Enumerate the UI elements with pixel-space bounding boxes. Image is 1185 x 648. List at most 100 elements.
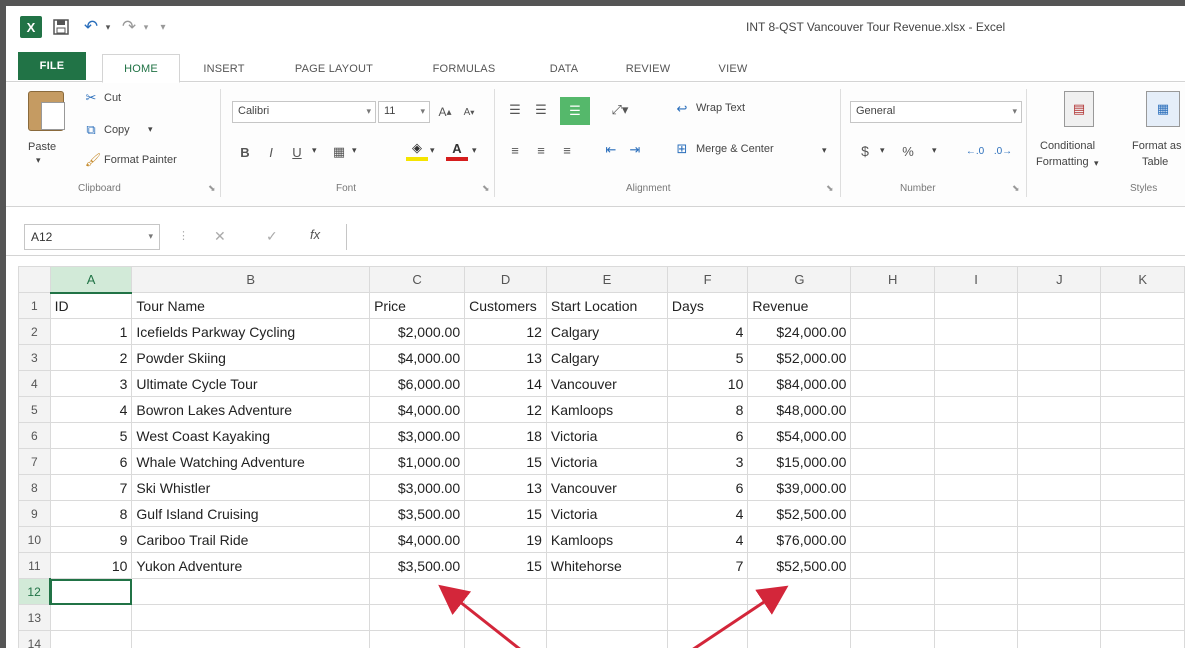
cell-d13[interactable] [464, 604, 547, 631]
row-header-12[interactable]: 12 [18, 578, 52, 605]
row-header-14[interactable]: 14 [18, 630, 51, 648]
currency-format-button[interactable]: $ [856, 141, 874, 161]
cell-d7[interactable]: 15 [464, 448, 547, 475]
cell-h3[interactable] [850, 344, 935, 371]
cell-k14[interactable] [1100, 630, 1185, 648]
undo-icon[interactable]: ↶ [80, 16, 102, 38]
cell-a5[interactable]: 4 [49, 396, 133, 423]
cut-button[interactable]: Cut [104, 92, 121, 104]
underline-button[interactable]: U [288, 141, 306, 163]
cell-c8[interactable]: $3,000.00 [369, 474, 466, 501]
tab-insert[interactable]: INSERT [194, 56, 254, 82]
cell-i1[interactable] [933, 292, 1019, 319]
cell-j13[interactable] [1017, 604, 1102, 631]
format-painter-icon[interactable]: 🖌 [84, 151, 102, 169]
cell-b3[interactable]: Powder Skiing [131, 344, 371, 371]
row-header-6[interactable]: 6 [18, 422, 51, 449]
cell-i9[interactable] [933, 500, 1019, 527]
cell-k4[interactable] [1100, 370, 1185, 397]
cell-g12[interactable] [747, 578, 852, 605]
cell-f7[interactable]: 3 [666, 448, 749, 475]
conditional-formatting-dropdown-icon[interactable]: ▾ [1094, 158, 1099, 169]
cell-g6[interactable]: $54,000.00 [747, 422, 852, 449]
row-header-1[interactable]: 1 [18, 292, 51, 319]
row-header-9[interactable]: 9 [18, 500, 51, 527]
cell-f9[interactable]: 4 [666, 500, 749, 527]
cell-k9[interactable] [1100, 500, 1185, 527]
cell-k7[interactable] [1100, 448, 1185, 475]
paste-button[interactable]: Paste [28, 141, 56, 153]
align-left-icon[interactable]: ≡ [506, 141, 524, 159]
customize-toolbar-icon[interactable]: ▾ [156, 16, 170, 38]
align-middle-icon[interactable]: ☰ [532, 101, 550, 119]
cell-k1[interactable] [1100, 292, 1185, 319]
cell-g5[interactable]: $48,000.00 [747, 396, 852, 423]
cell-k13[interactable] [1100, 604, 1185, 631]
cell-b2[interactable]: Icefields Parkway Cycling [131, 318, 371, 345]
decrease-indent-icon[interactable]: ⇤ [602, 141, 620, 159]
insert-function-button[interactable]: fx [310, 227, 320, 242]
alignment-launcher-icon[interactable]: ⬊ [826, 183, 834, 194]
column-header-b[interactable]: B [131, 266, 371, 293]
enter-entry-icon[interactable]: ✓ [266, 228, 278, 245]
borders-icon[interactable]: ▦ [328, 141, 350, 163]
merge-center-button[interactable]: Merge & Center [696, 143, 774, 155]
cell-e4[interactable]: Vancouver [545, 370, 668, 397]
column-header-e[interactable]: E [545, 266, 668, 293]
cell-a6[interactable]: 5 [49, 422, 133, 449]
cell-k11[interactable] [1100, 552, 1185, 579]
cell-d8[interactable]: 13 [464, 474, 547, 501]
cell-i11[interactable] [933, 552, 1019, 579]
cell-h7[interactable] [850, 448, 935, 475]
conditional-formatting-button[interactable]: Conditional [1040, 140, 1095, 152]
cell-j4[interactable] [1017, 370, 1102, 397]
decrease-decimal-icon[interactable]: .0→ [992, 141, 1014, 161]
row-header-10[interactable]: 10 [18, 526, 51, 553]
cell-b6[interactable]: West Coast Kayaking [131, 422, 371, 449]
cell-k2[interactable] [1100, 318, 1185, 345]
cell-c3[interactable]: $4,000.00 [369, 344, 466, 371]
comma-style-dropdown-icon[interactable]: ▾ [932, 145, 937, 156]
cell-b10[interactable]: Cariboo Trail Ride [131, 526, 371, 553]
increase-decimal-icon[interactable]: ←.0 [964, 141, 986, 161]
cell-e8[interactable]: Vancouver [545, 474, 668, 501]
cell-j3[interactable] [1017, 344, 1102, 371]
undo-dropdown-icon[interactable]: ▾ [102, 16, 114, 38]
column-header-g[interactable]: G [747, 266, 852, 293]
cell-e2[interactable]: Calgary [545, 318, 668, 345]
cell-c12[interactable] [369, 578, 466, 605]
cell-d1[interactable]: Customers [464, 292, 547, 319]
cell-a10[interactable]: 9 [49, 526, 133, 553]
copy-dropdown-icon[interactable]: ▾ [148, 124, 153, 135]
cell-k12[interactable] [1100, 578, 1185, 605]
cell-j12[interactable] [1017, 578, 1102, 605]
cell-d11[interactable]: 15 [464, 552, 547, 579]
italic-button[interactable]: I [262, 141, 280, 163]
cell-f2[interactable]: 4 [666, 318, 749, 345]
cell-e13[interactable] [545, 604, 668, 631]
cell-i5[interactable] [933, 396, 1019, 423]
cell-f5[interactable]: 8 [666, 396, 749, 423]
column-header-c[interactable]: C [369, 266, 466, 293]
column-header-k[interactable]: K [1100, 266, 1185, 293]
cell-g10[interactable]: $76,000.00 [747, 526, 852, 553]
orientation-icon[interactable]: ⤢▾ [606, 101, 634, 119]
cell-h8[interactable] [850, 474, 935, 501]
cell-k10[interactable] [1100, 526, 1185, 553]
cell-i2[interactable] [933, 318, 1019, 345]
merge-center-icon[interactable]: ⊞ [672, 139, 692, 159]
cell-h6[interactable] [850, 422, 935, 449]
cell-j6[interactable] [1017, 422, 1102, 449]
cell-b9[interactable]: Gulf Island Cruising [131, 500, 371, 527]
cell-a4[interactable]: 3 [49, 370, 133, 397]
underline-dropdown-icon[interactable]: ▾ [312, 145, 317, 156]
percent-format-button[interactable]: % [898, 141, 918, 161]
font-size-select[interactable]: 11 ▾ [378, 101, 430, 123]
number-launcher-icon[interactable]: ⬊ [1012, 183, 1020, 194]
cell-d4[interactable]: 14 [464, 370, 547, 397]
cell-j7[interactable] [1017, 448, 1102, 475]
cell-e14[interactable] [545, 630, 668, 648]
align-bottom-icon[interactable]: ☰ [560, 97, 590, 125]
cell-f3[interactable]: 5 [666, 344, 749, 371]
cell-f12[interactable] [666, 578, 749, 605]
